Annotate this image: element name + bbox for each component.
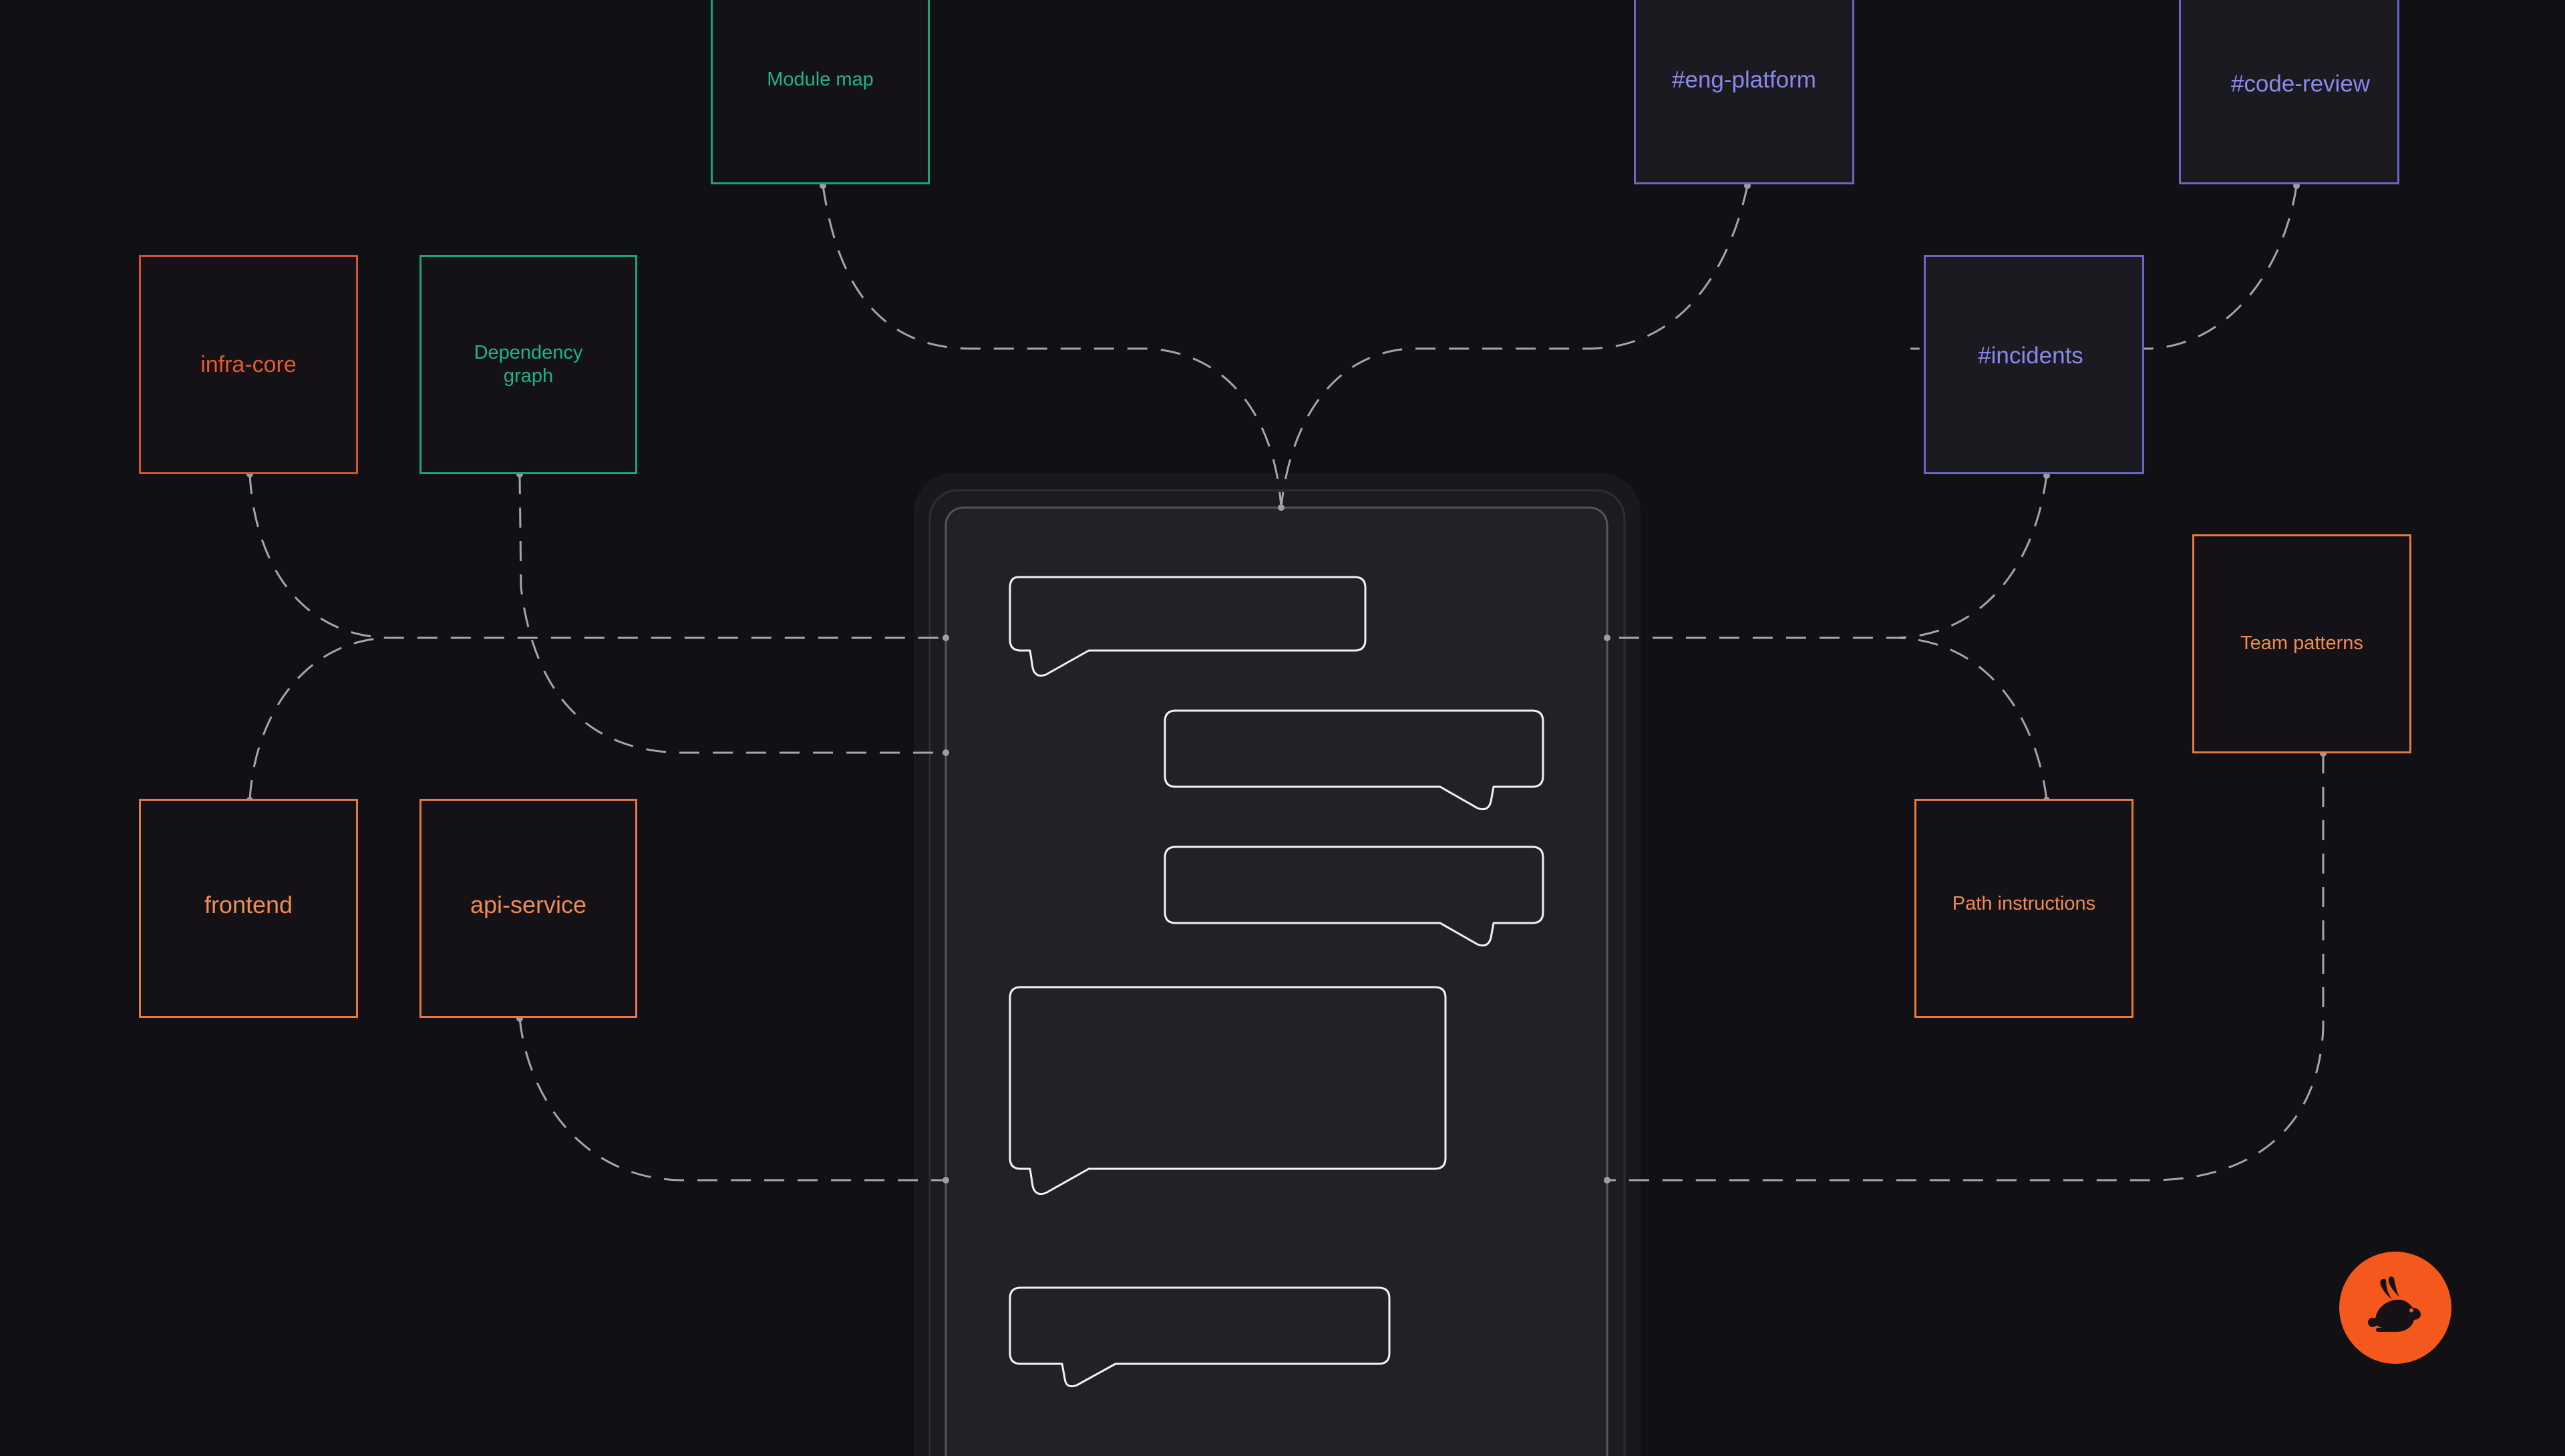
node-path-instructions[interactable]: Path instructions <box>1914 799 2133 1018</box>
rabbit-icon <box>2368 1276 2421 1332</box>
node-incidents[interactable]: #incidents <box>1924 255 2144 474</box>
node-label: api-service <box>470 891 587 919</box>
dot-panel-top <box>1278 504 1285 511</box>
connector-api-service <box>518 1018 946 1181</box>
node-label: #incidents <box>1978 343 2083 369</box>
node-infra-core[interactable]: infra-core <box>139 255 358 474</box>
node-team-patterns[interactable]: Team patterns <box>2192 534 2411 753</box>
node-label: Team patterns <box>2240 632 2363 654</box>
node-code-review[interactable]: #code-review <box>2179 0 2399 184</box>
node-label: infra-core <box>200 351 297 377</box>
dot-panel-right-1 <box>1604 634 1610 641</box>
node-label: Dependency graph <box>474 342 583 387</box>
connector-module-map <box>822 185 1282 508</box>
node-eng-platform[interactable]: #eng-platform <box>1634 0 1854 184</box>
connector-infra-core <box>248 474 946 639</box>
node-label: frontend <box>204 891 293 919</box>
node-label: #code-review <box>2230 71 2371 97</box>
node-dependency-graph[interactable]: Dependency graph <box>419 255 637 474</box>
brand-logo <box>2339 1252 2451 1364</box>
dot-panel-left-3 <box>943 1177 949 1184</box>
node-label: #eng-platform <box>1672 67 1816 93</box>
dot-panel-left-1 <box>943 634 949 641</box>
connection-diagram <box>246 182 2327 1456</box>
connector-incidents <box>1607 474 2048 639</box>
node-module-map[interactable]: Module map <box>711 0 930 184</box>
node-label: Path instructions <box>1952 892 2096 914</box>
connector-eng-platform <box>1280 185 1749 508</box>
node-api-service[interactable]: api-service <box>419 799 637 1018</box>
node-label: Module map <box>767 68 874 90</box>
dot-panel-left-2 <box>943 749 949 756</box>
node-frontend[interactable]: frontend <box>139 799 358 1018</box>
dot-panel-right-2 <box>1604 1177 1610 1184</box>
connector-frontend <box>248 636 388 801</box>
connector-path-instructions <box>1896 636 2048 801</box>
connector-dependency-graph <box>518 474 946 754</box>
chat-panel <box>914 473 1641 1456</box>
